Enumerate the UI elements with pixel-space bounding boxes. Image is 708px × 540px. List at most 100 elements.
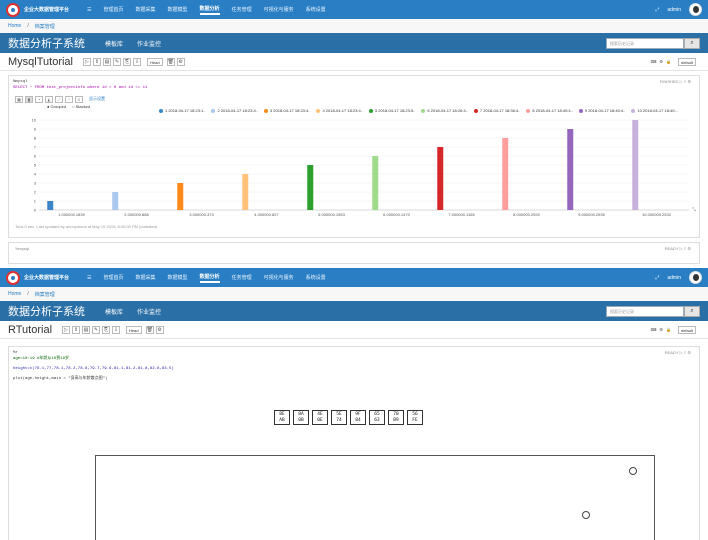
r-code-editor[interactable]: %r age=10:19 #年龄从10到19岁 height=c(76.1,77… (9, 347, 699, 385)
download-icon[interactable]: ⇩ (75, 95, 83, 103)
job-monitor-menu[interactable]: 作业监控 (137, 39, 161, 48)
trash-icon[interactable]: 🗑 (166, 57, 175, 66)
nav-item-4[interactable]: 任务管理 (232, 274, 252, 281)
lock-icon[interactable]: 🔒 (666, 327, 671, 332)
nav-item-6[interactable]: 系统设置 (306, 274, 326, 281)
y-tick-label: 7 (34, 145, 37, 150)
nav-item-0[interactable]: 管理首页 (104, 6, 124, 13)
settings-link[interactable]: 显示设置 (89, 96, 105, 102)
clear-output-icon[interactable]: ✎ (113, 57, 121, 66)
nav-item-5[interactable]: 可视化与服务 (264, 6, 294, 13)
legend-item[interactable]: 9 2018-04-17 18:40:4.. (578, 108, 625, 114)
breadcrumb-home[interactable]: Home (8, 291, 21, 297)
keyboard-icon[interactable]: ⌨ (651, 59, 657, 64)
nav-item-3[interactable]: 数据分析 (199, 5, 220, 15)
legend-item[interactable]: 4 2018-04-17 18:23:4.. (316, 108, 363, 114)
bar-chart-icon[interactable]: ▮ (25, 95, 33, 103)
paragraph2-code[interactable]: %mysql (9, 243, 699, 254)
legend-item[interactable]: 5 2018-04-17 18:23:5.. (368, 108, 415, 114)
legend-label: 2 2018-04-17 18:23:4.. (217, 108, 258, 113)
nav-item-6[interactable]: 系统设置 (306, 6, 326, 13)
stacked-option[interactable]: ○ Stacked (72, 104, 90, 109)
template-library-menu[interactable]: 模板库 (105, 39, 123, 48)
keyboard-icon[interactable]: ⌨ (651, 327, 657, 332)
avatar[interactable] (689, 3, 702, 16)
avatar[interactable] (689, 271, 702, 284)
toggle-code-icon[interactable]: ⇕ (93, 57, 101, 66)
line-chart-icon[interactable]: ⟋ (55, 95, 63, 103)
breadcrumb-home[interactable]: Home (8, 23, 21, 29)
breadcrumb-current[interactable]: 档案管理 (35, 23, 55, 30)
clear-output-icon[interactable]: ✎ (92, 325, 101, 334)
history-search-input[interactable]: 搜索历史记录 (606, 37, 684, 49)
version-select[interactable]: Head (147, 57, 163, 66)
r-tutorial-screen: 企业大数据管理平台 ☰ 管理首页 数据采集 数据模型 数据分析 任务管理 可视化… (0, 268, 708, 540)
trash-icon[interactable]: 🗑 (145, 325, 154, 334)
legend-item[interactable]: 1 2018-04-17 18:23:1.. (159, 108, 205, 114)
legend-item[interactable]: 8 2018-04-17 18:40:4.. (526, 108, 573, 114)
user-name[interactable]: admin (667, 275, 681, 281)
legend-item[interactable]: 6 2018-04-17 18:26:4.. (421, 108, 468, 114)
legend-swatch (631, 109, 636, 113)
search-button[interactable]: ⌕ (684, 37, 700, 49)
export-icon[interactable]: ⇩ (112, 325, 121, 334)
nav-item-2[interactable]: 数据模型 (168, 6, 188, 13)
version-select[interactable]: Head (126, 325, 142, 334)
nav-item-1[interactable]: 数据采集 (136, 6, 156, 13)
bar-chart: 0 1 2 3 4 5 6 7 8 9 10 1.000000.1839 2.000000.888 3.0… (32, 118, 696, 218)
missing-glyph-box: 5E 74 (331, 410, 347, 425)
legend-swatch (159, 109, 163, 113)
legend-swatch (263, 109, 268, 113)
scatter-chart-icon[interactable]: ⁘ (65, 95, 73, 103)
clone-icon[interactable]: ⎘ (123, 57, 131, 66)
area-chart-icon[interactable]: ◭ (45, 95, 53, 103)
settings-gear-icon[interactable]: ⚙ (176, 57, 185, 66)
breadcrumb-current[interactable]: 档案管理 (35, 291, 55, 298)
nav-item-2[interactable]: 数据模型 (168, 274, 188, 281)
nav-item-1[interactable]: 数据采集 (136, 274, 156, 281)
legend-item[interactable]: 2 2018-04-17 18:23:4.. (211, 108, 258, 114)
template-library-menu[interactable]: 模板库 (105, 307, 123, 316)
y-tick-label: 8 (34, 136, 37, 141)
job-monitor-menu[interactable]: 作业监控 (137, 307, 161, 316)
run-all-icon[interactable]: ▷ (62, 325, 71, 334)
toggle-code-icon[interactable]: ⇕ (72, 325, 81, 334)
interpreter-select[interactable]: default (677, 57, 696, 66)
gear-icon[interactable]: ⚙ (659, 59, 663, 64)
interpreter-select[interactable]: default (677, 325, 696, 334)
x-tick-label: 10.000000.2532 (642, 212, 672, 217)
bar (112, 192, 119, 210)
user-name[interactable]: admin (667, 7, 681, 13)
run-all-icon[interactable]: ▷ (83, 57, 91, 66)
expand-icon[interactable]: ⤢ (655, 7, 659, 13)
lock-icon[interactable]: 🔒 (666, 59, 671, 64)
nav-item-4[interactable]: 任务管理 (232, 6, 252, 13)
clone-icon[interactable]: ⎘ (102, 325, 111, 334)
settings-gear-icon[interactable]: ⚙ (155, 325, 164, 334)
missing-glyph-box: 9F 84 (350, 410, 366, 425)
platform-logo-icon (6, 270, 20, 285)
missing-glyph-box: 70 B9 (388, 410, 404, 425)
y-tick-label: 5 (34, 163, 37, 168)
toggle-output-icon[interactable]: ▤ (82, 325, 91, 334)
menu-icon[interactable]: ☰ (87, 7, 91, 13)
legend-item[interactable]: 10 2018-04-17 18:40:.. (631, 108, 678, 114)
nav-item-0[interactable]: 管理首页 (104, 274, 124, 281)
nav-item-3[interactable]: 数据分析 (199, 273, 220, 283)
legend-item[interactable]: 7 2018-04-17 18:36:4.. (473, 108, 520, 114)
menu-icon[interactable]: ☰ (87, 275, 91, 281)
nav-item-5[interactable]: 可视化与服务 (264, 274, 294, 281)
sql-code-editor[interactable]: %mysql SELECT * FROM test_projectinfo wh… (9, 76, 699, 94)
table-view-icon[interactable]: ▦ (15, 95, 23, 103)
history-search-input[interactable]: 搜索历史记录 (606, 305, 684, 317)
export-icon[interactable]: ⇩ (133, 57, 141, 66)
legend-item[interactable]: 3 2018-04-17 18:23:4.. (263, 108, 310, 114)
gear-icon[interactable]: ⚙ (659, 327, 663, 332)
sql-paragraph: %mysql SELECT * FROM test_projectinfo wh… (8, 75, 700, 238)
pie-chart-icon[interactable]: ◔ (35, 95, 43, 103)
search-button[interactable]: ⌕ (684, 305, 700, 317)
grouped-option[interactable]: ● Grouped (47, 104, 66, 109)
bar (177, 183, 184, 210)
expand-icon[interactable]: ⤢ (655, 275, 659, 281)
toggle-output-icon[interactable]: ▤ (103, 57, 111, 66)
